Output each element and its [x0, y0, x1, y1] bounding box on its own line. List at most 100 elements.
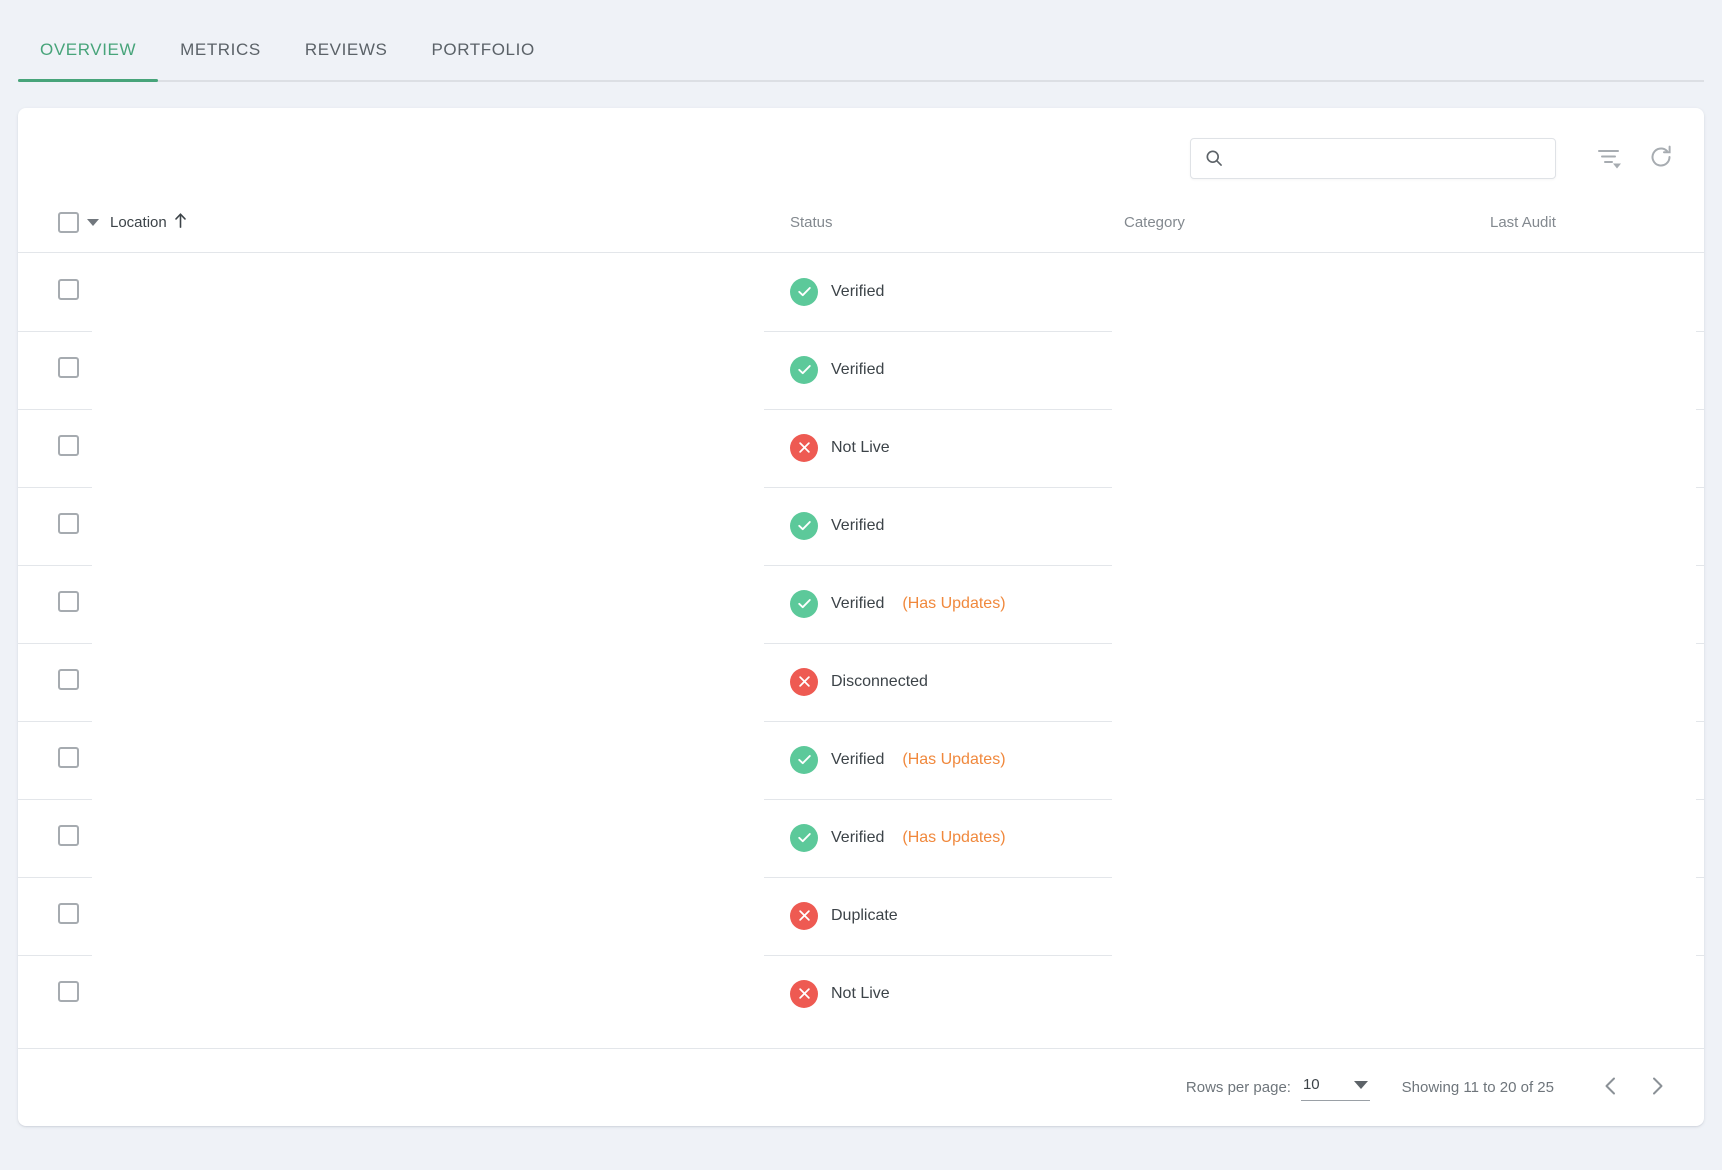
table-head: Location Status Category Last Audit — [18, 208, 1704, 253]
row-checkbox[interactable] — [58, 981, 79, 1002]
cell-category — [1124, 409, 1490, 487]
cell-last-audit — [1490, 955, 1704, 1033]
table-row[interactable]: Verified — [18, 331, 1704, 409]
tab-portfolio[interactable]: PORTFOLIO — [409, 40, 556, 82]
status-label: Verified — [831, 829, 884, 847]
cell-status: Verified (Has Updates) — [790, 565, 1124, 643]
cell-location — [110, 409, 790, 487]
cell-location — [110, 955, 790, 1033]
status-label: Not Live — [831, 439, 890, 457]
cell-status: Not Live — [790, 955, 1124, 1033]
status-verified-check-icon — [790, 590, 818, 618]
cell-status: Verified (Has Updates) — [790, 799, 1124, 877]
cell-last-audit — [1490, 565, 1704, 643]
row-select-cell — [18, 409, 110, 487]
rows-per-page-select[interactable]: 10 — [1301, 1074, 1370, 1101]
cell-category — [1124, 253, 1490, 331]
row-select-cell — [18, 877, 110, 955]
table-body: Verified Verified Not Live Verified Verified… — [18, 253, 1704, 1033]
row-checkbox[interactable] — [58, 903, 79, 924]
select-all-checkbox[interactable] — [58, 212, 79, 233]
status-note: (Has Updates) — [902, 595, 1005, 613]
table-row[interactable]: Verified (Has Updates) — [18, 799, 1704, 877]
status-label: Verified — [831, 517, 884, 535]
table-row[interactable]: Duplicate — [18, 877, 1704, 955]
refresh-icon — [1648, 144, 1674, 173]
status-error-x-icon — [790, 902, 818, 930]
status-note: (Has Updates) — [902, 829, 1005, 847]
row-select-cell — [18, 721, 110, 799]
filter-button[interactable] — [1588, 137, 1630, 179]
cell-status: Disconnected — [790, 643, 1124, 721]
status-label: Not Live — [831, 985, 890, 1003]
row-checkbox[interactable] — [58, 357, 79, 378]
status-verified-check-icon — [790, 746, 818, 774]
search-field-wrapper — [1190, 138, 1556, 179]
cell-location — [110, 721, 790, 799]
tab-bar: OVERVIEW METRICS REVIEWS PORTFOLIO — [0, 0, 1722, 82]
cell-category — [1124, 565, 1490, 643]
column-header-category[interactable]: Category — [1124, 208, 1490, 252]
status-label: Verified — [831, 595, 884, 613]
tab-reviews[interactable]: REVIEWS — [283, 40, 410, 82]
status-verified-check-icon — [790, 824, 818, 852]
status-verified-check-icon — [790, 278, 818, 306]
select-all-chevron-down-icon[interactable] — [87, 219, 99, 226]
search-input[interactable] — [1190, 138, 1556, 179]
table-row[interactable]: Verified — [18, 253, 1704, 331]
locations-table: Location Status Category Last Audit — [18, 208, 1704, 1033]
row-checkbox[interactable] — [58, 513, 79, 534]
row-select-cell — [18, 565, 110, 643]
column-header-location[interactable]: Location — [110, 208, 790, 252]
next-page-button[interactable] — [1634, 1065, 1680, 1111]
cell-location — [110, 565, 790, 643]
cell-last-audit — [1490, 721, 1704, 799]
tab-overview[interactable]: OVERVIEW — [18, 40, 158, 82]
sort-ascending-icon — [173, 212, 188, 233]
row-checkbox[interactable] — [58, 825, 79, 846]
row-select-cell — [18, 799, 110, 877]
cell-category — [1124, 877, 1490, 955]
table-row[interactable]: Disconnected — [18, 643, 1704, 721]
chevron-left-icon — [1599, 1074, 1623, 1101]
cell-category — [1124, 487, 1490, 565]
row-select-cell — [18, 253, 110, 331]
status-label: Verified — [831, 283, 884, 301]
row-checkbox[interactable] — [58, 747, 79, 768]
status-note: (Has Updates) — [902, 751, 1005, 769]
tab-metrics[interactable]: METRICS — [158, 40, 283, 82]
cell-category — [1124, 643, 1490, 721]
table-row[interactable]: Verified (Has Updates) — [18, 565, 1704, 643]
cell-location — [110, 799, 790, 877]
status-error-x-icon — [790, 434, 818, 462]
cell-location — [110, 253, 790, 331]
cell-status: Verified — [790, 253, 1124, 331]
row-checkbox[interactable] — [58, 435, 79, 456]
rows-per-page-value: 10 — [1303, 1076, 1320, 1093]
rows-per-page: Rows per page: 10 — [1186, 1074, 1370, 1101]
cell-status: Verified(Has Updates) — [790, 721, 1124, 799]
chevron-down-icon — [1354, 1081, 1368, 1089]
row-checkbox[interactable] — [58, 591, 79, 612]
row-checkbox[interactable] — [58, 279, 79, 300]
refresh-button[interactable] — [1640, 137, 1682, 179]
column-header-last-audit[interactable]: Last Audit — [1490, 208, 1704, 252]
table-row[interactable]: Verified — [18, 487, 1704, 565]
cell-status: Verified — [790, 487, 1124, 565]
table-row[interactable]: Not Live — [18, 955, 1704, 1033]
pagination-range-label: Showing 11 to 20 of 25 — [1402, 1079, 1554, 1096]
column-header-status[interactable]: Status — [790, 208, 1124, 252]
filter-list-icon — [1596, 144, 1622, 173]
rows-per-page-label: Rows per page: — [1186, 1079, 1291, 1096]
table-row[interactable]: Verified(Has Updates) — [18, 721, 1704, 799]
previous-page-button[interactable] — [1588, 1065, 1634, 1111]
row-select-cell — [18, 331, 110, 409]
cell-status: Duplicate — [790, 877, 1124, 955]
table-footer: Rows per page: 10 Showing 11 to 20 of 25 — [18, 1048, 1704, 1126]
row-checkbox[interactable] — [58, 669, 79, 690]
column-header-select-all — [18, 208, 110, 252]
cell-status: Verified — [790, 331, 1124, 409]
status-verified-check-icon — [790, 356, 818, 384]
row-select-cell — [18, 487, 110, 565]
table-row[interactable]: Not Live — [18, 409, 1704, 487]
